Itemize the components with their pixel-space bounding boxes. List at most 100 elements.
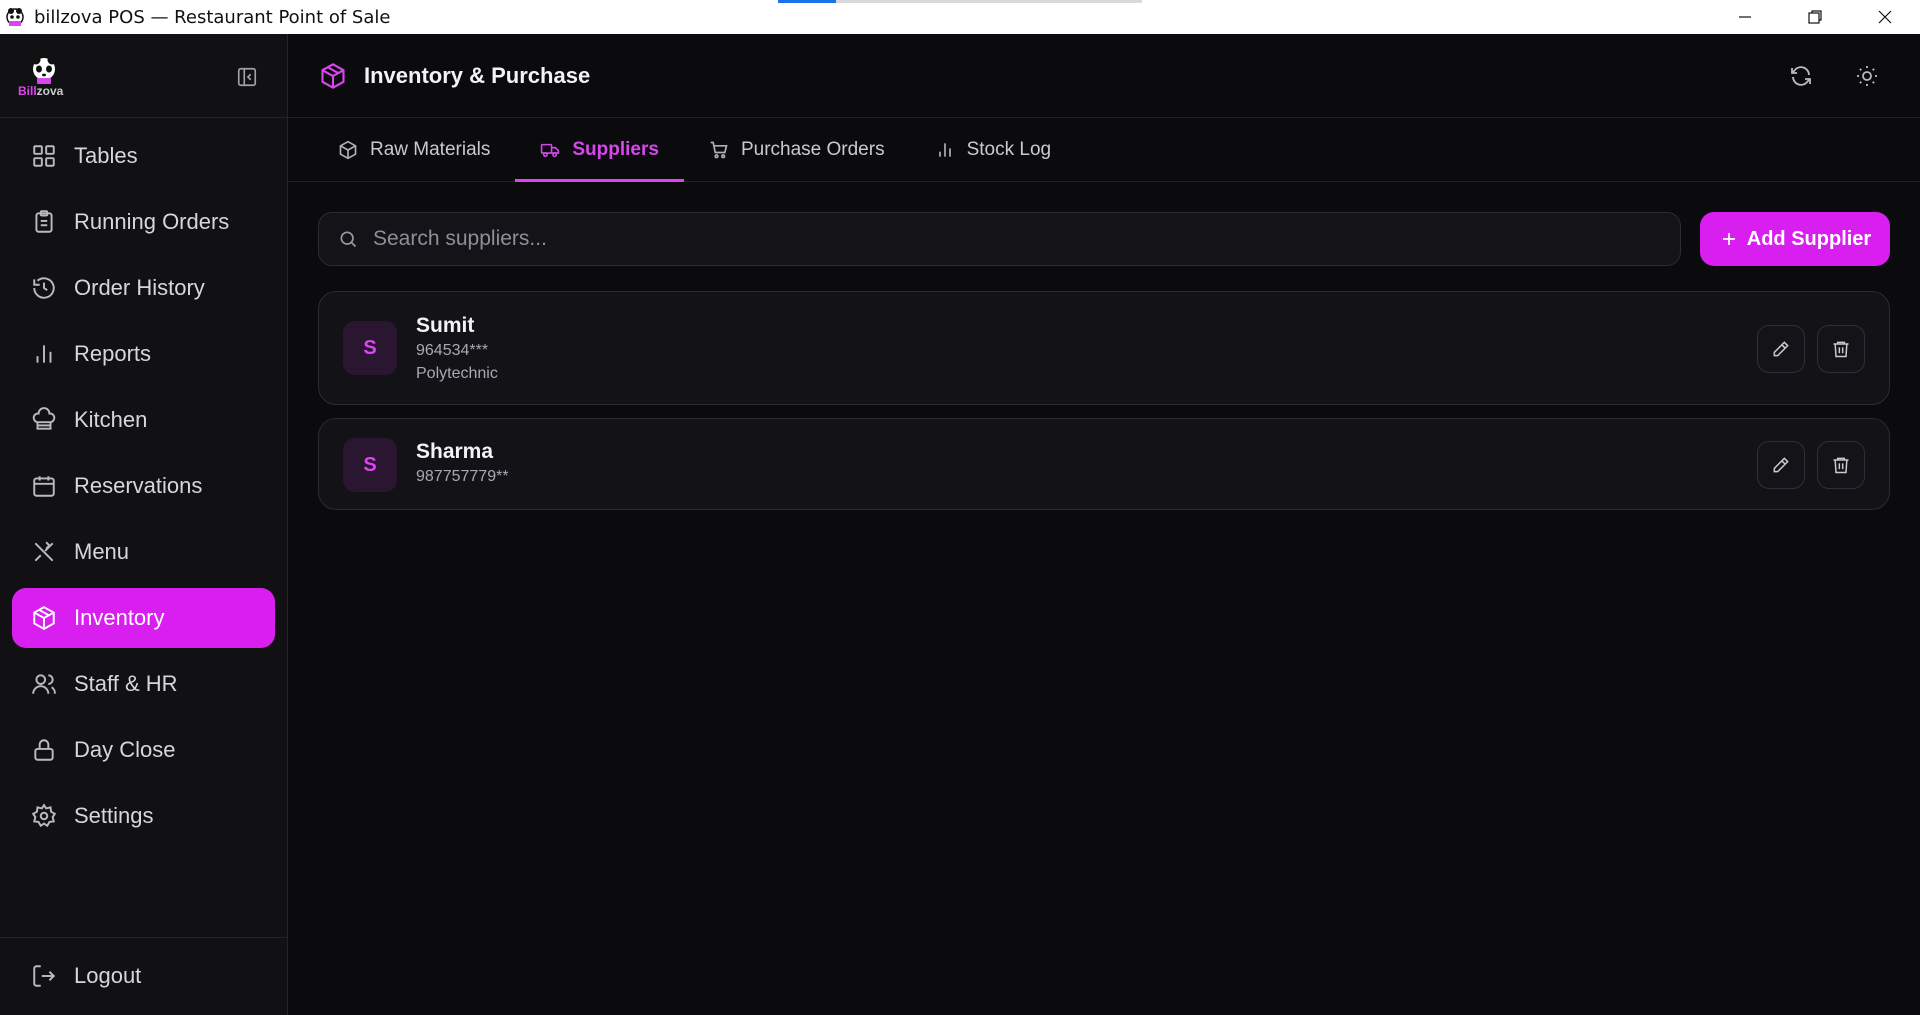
restore-button[interactable] (1780, 0, 1850, 34)
tab-label: Suppliers (572, 138, 659, 160)
supplier-actions (1745, 441, 1865, 489)
sidebar-nav: Tables Running Orders Order History Repo… (0, 118, 287, 846)
package-icon (338, 140, 358, 160)
bar-chart-icon (30, 340, 58, 368)
suppliers-panel: Add Supplier S Sumit 964534*** Polytechn… (288, 182, 1920, 510)
cart-icon (709, 140, 729, 160)
suppliers-toolbar: Add Supplier (318, 212, 1890, 266)
supplier-card[interactable]: S Sharma 987757779** (318, 418, 1890, 510)
refresh-icon (1791, 66, 1811, 86)
edit-supplier-button[interactable] (1757, 441, 1805, 489)
tab-purchase-orders[interactable]: Purchase Orders (684, 118, 910, 181)
utensils-icon (30, 538, 58, 566)
chef-hat-icon (30, 406, 58, 434)
supplier-info: Sharma 987757779** (416, 439, 509, 489)
sidebar-item-label: Order History (74, 275, 205, 300)
supplier-avatar: S (343, 321, 397, 375)
bar-chart-icon (935, 140, 955, 160)
supplier-card[interactable]: S Sumit 964534*** Polytechnic (318, 291, 1890, 405)
search-icon (337, 228, 359, 250)
app-panda-icon (4, 6, 26, 28)
sidebar-item-label: Settings (74, 803, 154, 828)
close-window-button[interactable] (1850, 0, 1920, 34)
sidebar-item-day-close[interactable]: Day Close (12, 720, 275, 780)
calendar-icon (30, 472, 58, 500)
logout-button[interactable]: Logout (12, 946, 275, 1006)
plus-icon (1719, 229, 1739, 249)
tab-label: Stock Log (966, 138, 1052, 160)
sidebar-item-label: Staff & HR (74, 671, 178, 696)
page-title: Inventory & Purchase (364, 62, 591, 88)
delete-supplier-button[interactable] (1817, 441, 1865, 489)
clipboard-icon (30, 208, 58, 236)
supplier-phone: 964534*** (416, 342, 489, 359)
tab-stock-log[interactable]: Stock Log (910, 118, 1077, 181)
sidebar-item-running-orders[interactable]: Running Orders (12, 192, 275, 252)
supplier-name: Sharma (416, 440, 494, 463)
logo-text: Billzova (18, 84, 64, 98)
sidebar-item-menu[interactable]: Menu (12, 522, 275, 582)
sidebar-item-inventory[interactable]: Inventory (12, 588, 275, 648)
sidebar-item-label: Inventory (74, 605, 165, 630)
package-icon (30, 604, 58, 632)
supplier-address: Polytechnic (416, 365, 498, 382)
sidebar-item-staff-hr[interactable]: Staff & HR (12, 654, 275, 714)
tab-suppliers[interactable]: Suppliers (515, 118, 684, 182)
sidebar-item-label: Reports (74, 341, 152, 366)
sidebar: Billzova Tables Running Orders Order His… (0, 34, 288, 1015)
supplier-name: Sumit (416, 314, 475, 337)
sidebar-item-reports[interactable]: Reports (12, 324, 275, 384)
sidebar-header: Billzova (0, 34, 287, 118)
window-title: billzova POS — Restaurant Point of Sale (34, 6, 391, 28)
restore-icon (1808, 10, 1822, 24)
logout-label: Logout (74, 963, 142, 988)
loading-progress-bar (778, 0, 1142, 3)
pencil-icon (1773, 457, 1789, 473)
trash-icon (1833, 457, 1849, 474)
collapse-sidebar-button[interactable] (234, 64, 260, 90)
minimize-button[interactable] (1710, 0, 1780, 34)
inventory-tabs: Raw Materials Suppliers Purchase Orders … (288, 118, 1920, 182)
supplier-phone: 987757779** (416, 468, 509, 485)
sidebar-item-label: Tables (74, 143, 138, 168)
gear-icon (30, 802, 58, 830)
tab-raw-materials[interactable]: Raw Materials (313, 118, 515, 181)
sidebar-item-settings[interactable]: Settings (12, 786, 275, 846)
edit-supplier-button[interactable] (1757, 325, 1805, 373)
sidebar-item-reservations[interactable]: Reservations (12, 456, 275, 516)
add-supplier-button[interactable]: Add Supplier (1700, 212, 1890, 266)
logout-icon (30, 962, 58, 990)
pencil-icon (1773, 341, 1789, 357)
sidebar-item-label: Reservations (74, 473, 203, 498)
window-titlebar: billzova POS — Restaurant Point of Sale (0, 0, 1920, 34)
sun-icon (1857, 66, 1877, 86)
trash-icon (1833, 341, 1849, 358)
close-icon (1878, 10, 1892, 24)
main-area: Inventory & Purchase Raw Materials Suppl… (288, 34, 1920, 1015)
panel-left-icon (237, 67, 257, 87)
supplier-list: S Sumit 964534*** Polytechnic S Sharma 9… (318, 291, 1890, 510)
delete-supplier-button[interactable] (1817, 325, 1865, 373)
add-supplier-label: Add Supplier (1746, 227, 1872, 250)
supplier-actions (1745, 325, 1865, 373)
sidebar-item-label: Kitchen (74, 407, 148, 432)
sidebar-footer: Logout (0, 937, 287, 1015)
sidebar-item-label: Day Close (74, 737, 176, 762)
sidebar-item-label: Running Orders (74, 209, 230, 234)
theme-toggle-button[interactable] (1852, 61, 1882, 91)
sidebar-item-label: Menu (74, 539, 130, 564)
page-header: Inventory & Purchase (288, 34, 1920, 118)
history-icon (30, 274, 58, 302)
tab-label: Raw Materials (370, 138, 491, 160)
users-icon (30, 670, 58, 698)
minimize-icon (1739, 16, 1751, 18)
sidebar-item-order-history[interactable]: Order History (12, 258, 275, 318)
sidebar-item-kitchen[interactable]: Kitchen (12, 390, 275, 450)
search-box (318, 212, 1681, 266)
sidebar-item-tables[interactable]: Tables (12, 126, 275, 186)
lock-icon (30, 736, 58, 764)
supplier-avatar: S (343, 438, 397, 492)
refresh-button[interactable] (1786, 61, 1816, 91)
tab-label: Purchase Orders (740, 138, 885, 160)
search-input[interactable] (373, 227, 1680, 251)
